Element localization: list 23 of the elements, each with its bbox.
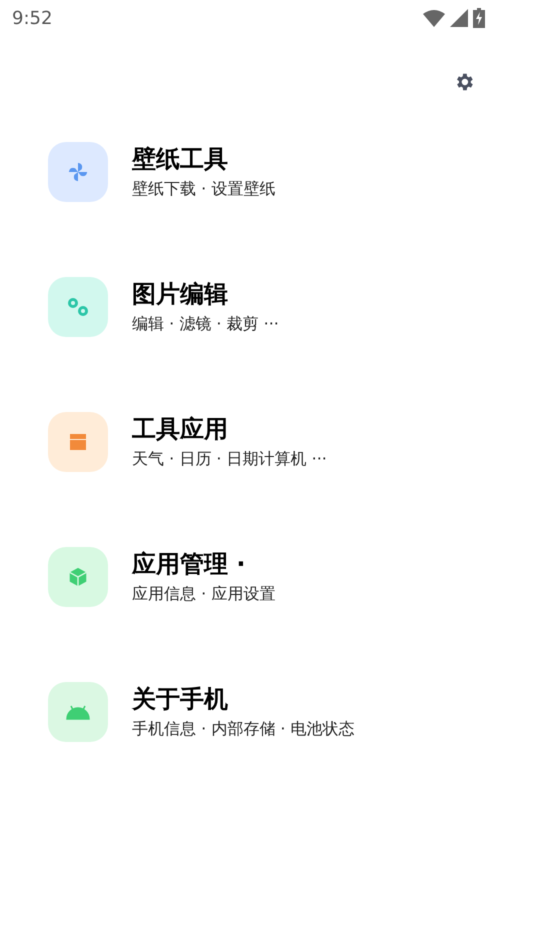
item-subtitle: 壁纸下载 · 设置壁纸 [132, 178, 276, 200]
battery-icon [473, 8, 485, 28]
item-title: 壁纸工具 [132, 144, 229, 174]
signal-icon [450, 9, 468, 27]
item-title: 应用管理 · [132, 549, 246, 579]
item-subtitle: 手机信息 · 内部存储 · 电池状态 [132, 718, 355, 740]
status-time: 9:52 [12, 6, 52, 30]
item-title: 图片编辑 [132, 279, 229, 309]
item-subtitle: 编辑 · 滤镜 · 裁剪 ··· [132, 313, 279, 335]
pinwheel-icon [67, 161, 89, 183]
menu-item[interactable]: 应用管理 · 应用信息 · 应用设置 [0, 547, 535, 607]
wifi-icon [423, 9, 445, 27]
menu-item[interactable]: 壁纸工具 壁纸下载 · 设置壁纸 [0, 142, 535, 202]
android-icon [65, 704, 91, 720]
menu-item[interactable]: 关于手机 手机信息 · 内部存储 · 电池状态 [0, 682, 535, 742]
box-icon [68, 432, 88, 452]
item-subtitle: 应用信息 · 应用设置 [132, 583, 276, 605]
item-title: 关于手机 [132, 684, 229, 714]
menu-item[interactable]: 工具应用 天气 · 日历 · 日期计算机 ··· [0, 412, 535, 472]
cube-icon [67, 566, 89, 588]
item-title: 工具应用 [132, 414, 229, 444]
item-subtitle: 天气 · 日历 · 日期计算机 ··· [132, 448, 327, 470]
menu-item[interactable]: 图片编辑 编辑 · 滤镜 · 裁剪 ··· [0, 277, 535, 337]
